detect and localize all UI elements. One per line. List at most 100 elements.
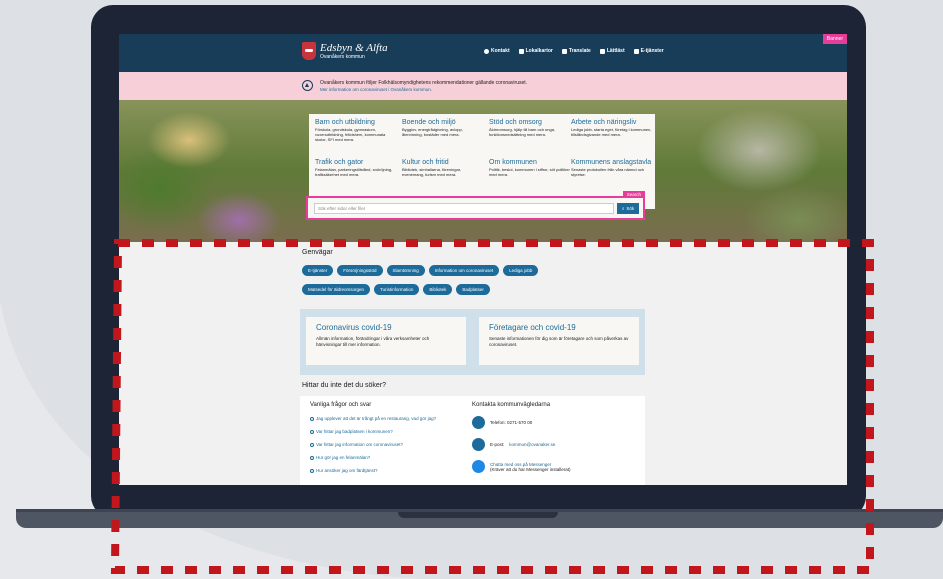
laptop-notch <box>398 512 558 518</box>
search-input[interactable]: Sök efter sidor eller filer <box>314 203 614 214</box>
faq-item[interactable]: Hur gör jag en felanmälan? <box>310 455 370 460</box>
shortcut-pill[interactable]: Slamtömning <box>386 265 425 276</box>
menu-desc: Bygglov, energirådgivning, avlopp, återv… <box>402 127 463 137</box>
menu-title: Trafik och gator <box>315 159 364 166</box>
card-desc: Senaste informationen för dig som är för… <box>489 336 629 347</box>
search-tag: Search <box>622 191 645 198</box>
banner-tag: Banner <box>822 34 847 44</box>
menu-item-care[interactable]: Stöd och omsorg Äldreomsorg, hjälp till … <box>489 119 571 137</box>
card-desc: Allmän information, förändringar i våra … <box>316 336 430 347</box>
menu-desc: Senaste protokollen från våra nämnd och … <box>571 167 645 177</box>
card-covid[interactable]: Coronavirus covid-19 Allmän information,… <box>306 317 466 365</box>
card-title: Företagare och covid-19 <box>489 323 576 332</box>
shortcut-row-2: Matsedel för äldreomsorgen Turistinforma… <box>302 284 490 295</box>
mail-icon <box>472 438 485 451</box>
warning-icon <box>302 80 313 91</box>
logo-subtitle: Ovanåkers kommun <box>320 53 365 60</box>
menu-desc: Lediga jobb, starta eget, företag i komm… <box>571 127 652 137</box>
chat-icon <box>484 48 489 54</box>
phone-icon <box>472 416 485 429</box>
search-icon: ⌕ <box>621 206 625 211</box>
faq-item[interactable]: Jag upplever att det är trångt på en res… <box>310 416 436 421</box>
search-button[interactable]: ⌕ Sök <box>617 203 639 214</box>
menu-item-work[interactable]: Arbete och näringsliv Lediga jobb, start… <box>571 119 653 137</box>
nav-contact[interactable]: Kontakt <box>484 48 510 54</box>
search-box: Search Sök efter sidor eller filer ⌕ Sök <box>306 191 645 220</box>
shortcut-pill[interactable]: Badplatser <box>456 284 490 295</box>
menu-title: Om kommunen <box>489 159 537 166</box>
nav-label: Lättläst <box>606 48 625 54</box>
alert-link[interactable]: Mer information om coronaviruset i Ovanå… <box>320 87 432 92</box>
contact-messenger: Chatta med oss på Messenger (Kräver att … <box>472 460 571 473</box>
contact-title: Kontakta kommunvägledarna <box>472 402 551 408</box>
site-header: Edsbyn & Alfta Ovanåkers kommun Kontakt … <box>119 34 847 72</box>
category-menu: Barn och utbildning Förskola, grundskola… <box>309 114 655 209</box>
menu-desc: Felanmälan, parkeringstillstånd, snöröjn… <box>315 167 393 177</box>
email-prefix: E-post: <box>490 442 505 447</box>
menu-desc: Bibliotek, simhallarna, föreningar, even… <box>402 167 461 177</box>
nav-e-services[interactable]: E-tjänster <box>633 48 664 54</box>
contact-phone[interactable]: Telefon: 0271-570 00 <box>472 416 532 429</box>
faq-label: Var hittar jag information om coronaviru… <box>316 442 403 447</box>
search-button-label: Sök <box>626 206 635 211</box>
menu-item-education[interactable]: Barn och utbildning Förskola, grundskola… <box>315 119 397 142</box>
shortcut-pill[interactable]: Bibliotek <box>423 284 453 295</box>
top-nav: Kontakt Lokalkartor Translate Lättläst E… <box>484 48 664 54</box>
shortcut-pill[interactable]: Lediga jobb <box>503 265 539 276</box>
shortcut-pill[interactable]: E-tjänster <box>302 265 334 276</box>
menu-item-municipality[interactable]: Om kommunen Politik, beslut, kommunen i … <box>489 159 571 177</box>
faq-label: Hur gör jag en felanmälan? <box>316 455 371 460</box>
shortcut-pill[interactable]: Matsedel för äldreomsorgen <box>302 284 371 295</box>
nav-label: Lokalkartor <box>525 48 553 54</box>
circle-icon <box>310 455 314 460</box>
nav-label: E-tjänster <box>640 48 664 54</box>
nav-maps[interactable]: Lokalkartor <box>518 48 553 54</box>
phone-label: Telefon: 0271-570 00 <box>490 420 533 425</box>
faq-label: Jag upplever att det är trångt på en res… <box>316 416 437 421</box>
circle-icon <box>310 416 314 421</box>
logo-title: Edsbyn & Alfta <box>320 41 388 54</box>
faq-item[interactable]: Var hittar jag badplatsen i kommunen? <box>310 429 393 434</box>
card-title: Coronavirus covid-19 <box>316 323 392 332</box>
map-icon <box>518 48 524 54</box>
shortcut-pill[interactable]: Försörjningsstöd <box>337 265 383 276</box>
menu-title: Kommunens anslagstavla <box>571 159 652 166</box>
circle-icon <box>310 442 314 447</box>
translate-icon <box>561 48 567 54</box>
shortcuts-title: Genvägar <box>302 249 333 256</box>
menu-item-housing[interactable]: Boende och miljö Bygglov, energirådgivni… <box>402 119 484 137</box>
find-box: Vanliga frågor och svar Jag upplever att… <box>300 396 645 485</box>
shortcut-row-1: E-tjänster Försörjningsstöd Slamtömning … <box>302 265 539 276</box>
faq-label: Var hittar jag badplatsen i kommunen? <box>316 429 393 434</box>
menu-desc: Politik, beslut, kommunen i siffror, söt… <box>489 167 570 177</box>
menu-desc: Äldreomsorg, hjälp till barn och unga, f… <box>489 127 556 137</box>
find-title: Hittar du inte det du söker? <box>302 382 387 389</box>
hero-image: Barn och utbildning Förskola, grundskola… <box>119 100 847 242</box>
nav-easy-read[interactable]: Lättläst <box>599 48 625 54</box>
messenger-icon <box>472 460 485 473</box>
contact-email: E-post: kommun@ovanaker.se <box>472 438 555 451</box>
alert-banner: Ovanåkers kommun följer Folkhälsomyndigh… <box>119 72 847 100</box>
menu-item-notice-board[interactable]: Kommunens anslagstavla Senaste protokoll… <box>571 159 653 177</box>
menu-item-traffic[interactable]: Trafik och gator Felanmälan, parkeringst… <box>315 159 397 177</box>
menu-item-culture[interactable]: Kultur och fritid Bibliotek, simhallarna… <box>402 159 484 177</box>
alert-title: Ovanåkers kommun följer Folkhälsomyndigh… <box>320 80 528 86</box>
faq-item[interactable]: Hur ansöker jag om färdtjänst? <box>310 468 378 473</box>
menu-title: Barn och utbildning <box>315 119 375 126</box>
card-business-covid[interactable]: Företagare och covid-19 Senaste informat… <box>479 317 639 365</box>
menu-title: Kultur och fritid <box>402 159 449 166</box>
nav-translate[interactable]: Translate <box>561 48 591 54</box>
menu-title: Stöd och omsorg <box>489 119 542 126</box>
nav-label: Kontakt <box>491 48 510 54</box>
email-link[interactable]: kommun@ovanaker.se <box>509 442 555 447</box>
covid-cards: Coronavirus covid-19 Allmän information,… <box>300 309 645 375</box>
circle-icon <box>310 429 314 434</box>
book-icon <box>599 48 605 54</box>
shortcut-pill[interactable]: Information om coronaviruset <box>428 265 500 276</box>
computer-icon <box>633 48 639 54</box>
shortcut-pill[interactable]: Turistinformation <box>374 284 420 295</box>
site-logo[interactable]: Edsbyn & Alfta Ovanåkers kommun <box>302 42 388 60</box>
circle-icon <box>310 468 314 473</box>
faq-item[interactable]: Var hittar jag information om coronaviru… <box>310 442 403 447</box>
menu-desc: Förskola, grundskola, gymnasium, vuxenut… <box>315 127 386 142</box>
